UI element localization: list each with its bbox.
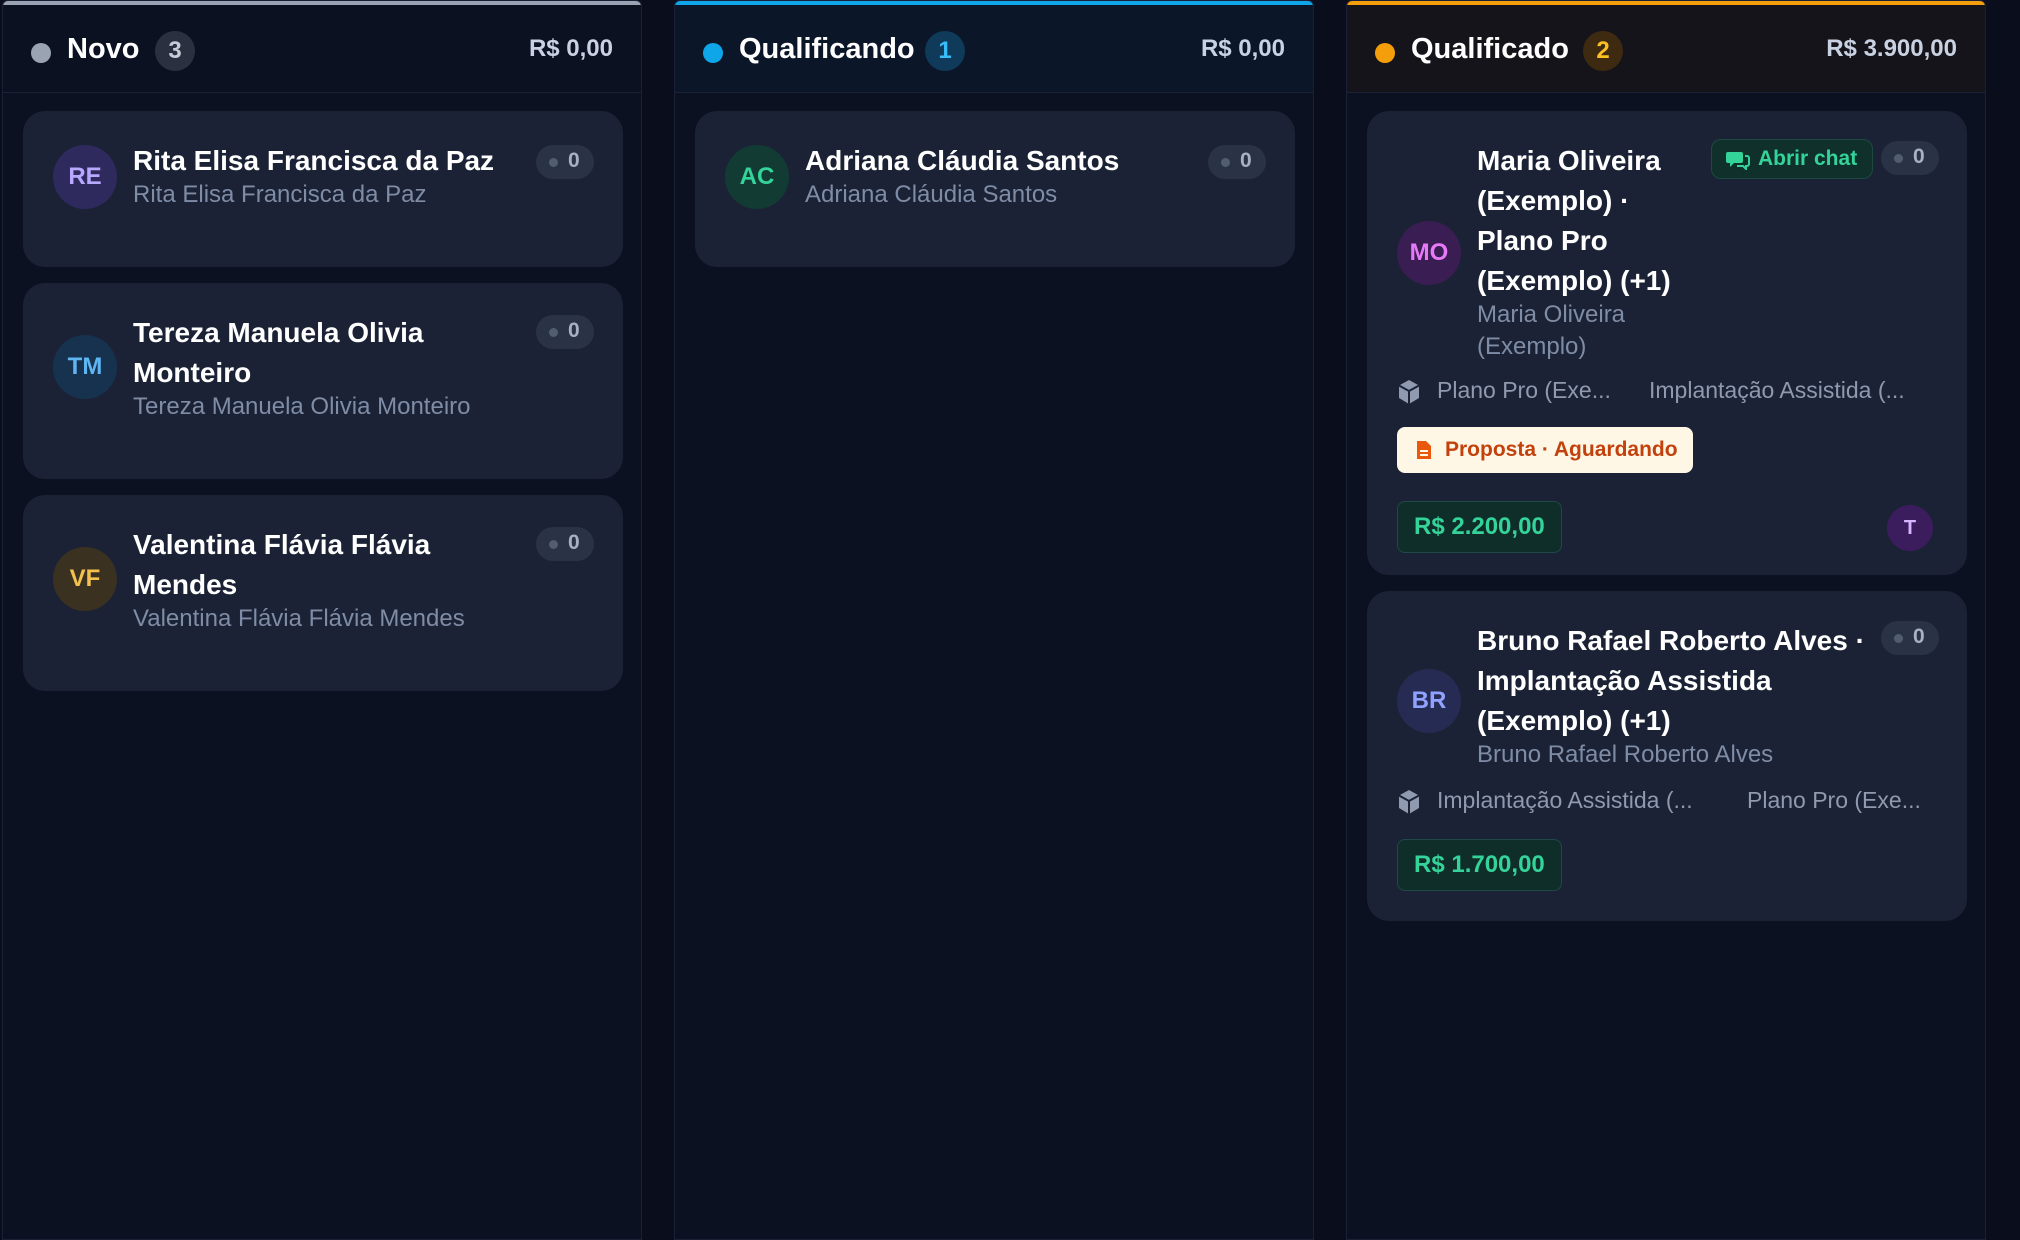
contact-name: Rita Elisa Francisca da Paz	[133, 181, 427, 208]
cube-icon	[1398, 790, 1420, 814]
deal-title-line: Valentina Flávia Flávia	[133, 529, 431, 560]
avatar: BR	[1397, 669, 1461, 733]
contact-name-line: Maria Oliveira	[1477, 301, 1626, 328]
deal-title-line: Maria Oliveira	[1477, 145, 1661, 176]
message-dot-icon	[549, 158, 558, 167]
message-dot-icon	[549, 540, 558, 549]
avatar: AC	[725, 145, 789, 209]
products-row: Plano Pro (Exe... Implantação Assistida …	[1397, 375, 1937, 409]
deal-card[interactable]: BR Bruno Rafael Roberto Alves · Implanta…	[1367, 591, 1967, 921]
contact-name: Adriana Cláudia Santos	[805, 181, 1058, 208]
message-count: 0	[568, 531, 580, 554]
count-badge: 3	[155, 31, 195, 71]
proposal-status: Proposta · Aguardando	[1445, 438, 1678, 461]
message-dot-icon	[1894, 634, 1903, 643]
column-total: R$ 3.900,00	[1826, 35, 1957, 62]
deal-title-line: Mendes	[133, 569, 238, 600]
deal-title-line: Implantação Assistida	[1477, 665, 1772, 696]
deal-card[interactable]: VF Valentina Flávia Flávia Mendes Valent…	[23, 495, 623, 691]
message-count: 0	[1240, 149, 1252, 172]
open-chat-label: Abrir chat	[1758, 147, 1858, 170]
deal-title-line: Plano Pro	[1477, 225, 1608, 256]
deal-card[interactable]: TM Tereza Manuela Olivia Monteiro Tereza…	[23, 283, 623, 479]
count-badge: 2	[1583, 31, 1623, 71]
message-count-pill: 0	[1208, 145, 1266, 179]
deal-title: Rita Elisa Francisca da Paz	[133, 145, 495, 176]
proposal-status-badge: Proposta · Aguardando	[1397, 427, 1693, 473]
column-header[interactable]: Qualificando 1 R$ 0,00	[675, 5, 1313, 93]
message-count-pill: 0	[536, 315, 594, 349]
product-name: Implantação Assistida (...	[1649, 377, 1905, 403]
avatar: VF	[53, 547, 117, 611]
column-title: Qualificando	[739, 33, 915, 65]
message-count: 0	[568, 149, 580, 172]
contact-name: Valentina Flávia Flávia Mendes	[133, 605, 465, 632]
product-name: Plano Pro (Exe...	[1747, 787, 1921, 813]
deal-card[interactable]: AC Adriana Cláudia Santos Adriana Cláudi…	[695, 111, 1295, 267]
contact-name: Tereza Manuela Olivia Monteiro	[133, 393, 471, 420]
status-dot	[703, 43, 723, 63]
product-name: Plano Pro (Exe...	[1437, 377, 1611, 403]
chat-bubble-icon	[1726, 152, 1750, 170]
message-dot-icon	[1894, 154, 1903, 163]
column-header[interactable]: Qualificado 2 R$ 3.900,00	[1347, 5, 1985, 93]
message-dot-icon	[1221, 158, 1230, 167]
column-title: Novo	[67, 33, 140, 65]
avatar: RE	[53, 145, 117, 209]
deal-title-line: Bruno Rafael Roberto Alves ·	[1477, 625, 1865, 656]
kanban-board: Novo 3 R$ 0,00 RE Rita Elisa Francisca d…	[0, 0, 2020, 1240]
column-title: Qualificado	[1411, 33, 1569, 65]
column-qualificando: Qualificando 1 R$ 0,00 AC Adriana Cláudi…	[674, 0, 1314, 1240]
column-total: R$ 0,00	[1200, 35, 1285, 62]
deal-value: R$ 2.200,00	[1397, 501, 1562, 553]
open-chat-button[interactable]: Abrir chat	[1711, 139, 1873, 179]
message-count-pill: 0	[536, 527, 594, 561]
deal-title-line: (Exemplo) (+1)	[1477, 705, 1671, 736]
deal-title-line: Tereza Manuela Olivia	[133, 317, 424, 348]
deal-title-line: Monteiro	[133, 357, 252, 388]
message-count-pill: 0	[1881, 141, 1939, 175]
contact-name-line: (Exemplo)	[1477, 333, 1587, 360]
products-row: Implantação Assistida (... Plano Pro (Ex…	[1397, 785, 1937, 819]
deal-title-line: (Exemplo) (+1)	[1477, 265, 1671, 296]
deal-card[interactable]: MO Maria Oliveira (Exemplo) · Plano Pro …	[1367, 111, 1967, 575]
message-dot-icon	[549, 328, 558, 337]
owner-avatar[interactable]: T	[1887, 505, 1933, 551]
deal-value: R$ 1.700,00	[1397, 839, 1562, 891]
avatar: TM	[53, 335, 117, 399]
message-count-pill: 0	[536, 145, 594, 179]
status-dot	[1375, 43, 1395, 63]
message-count: 0	[568, 319, 580, 342]
deal-title: Adriana Cláudia Santos	[805, 145, 1120, 176]
column-qualificado: Qualificado 2 R$ 3.900,00 MO Maria Olive…	[1346, 0, 1986, 1240]
avatar: MO	[1397, 221, 1461, 285]
cube-icon	[1398, 380, 1420, 404]
message-count-pill: 0	[1881, 621, 1939, 655]
column-total: R$ 0,00	[528, 35, 613, 62]
product-name: Implantação Assistida (...	[1437, 787, 1693, 813]
contact-name: Bruno Rafael Roberto Alves	[1477, 741, 1774, 768]
column-novo: Novo 3 R$ 0,00 RE Rita Elisa Francisca d…	[2, 0, 642, 1240]
message-count: 0	[1913, 625, 1925, 648]
count-badge: 1	[925, 31, 965, 71]
deal-card[interactable]: RE Rita Elisa Francisca da Paz Rita Elis…	[23, 111, 623, 267]
status-dot	[31, 43, 51, 63]
message-count: 0	[1913, 145, 1925, 168]
column-header[interactable]: Novo 3 R$ 0,00	[3, 5, 641, 93]
document-icon	[1417, 441, 1431, 459]
deal-title-line: (Exemplo) ·	[1477, 185, 1630, 216]
